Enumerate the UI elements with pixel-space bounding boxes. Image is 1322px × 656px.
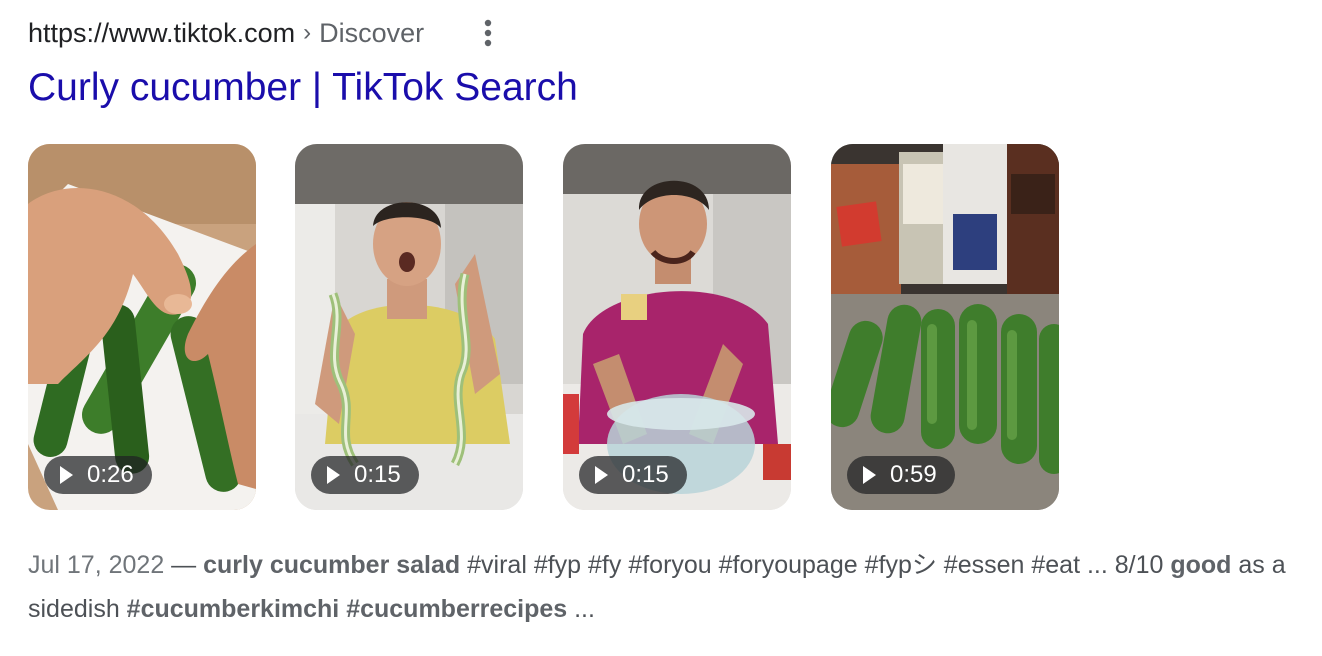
snippet-text: #viral #fyp #fy #foryou #foryoupage #fyp… — [460, 551, 1171, 579]
snippet-bold-phrase: #cucumberkimchi #cucumberrecipes — [126, 595, 568, 623]
video-duration: 0:59 — [890, 461, 937, 488]
snippet-text: ... — [567, 595, 595, 623]
video-duration: 0:15 — [622, 461, 669, 488]
result-title-link[interactable]: Curly cucumber | TikTok Search — [28, 64, 578, 112]
snippet-bold-phrase: good — [1170, 551, 1232, 579]
breadcrumb-separator: › — [303, 19, 312, 46]
snippet-bold-phrase: curly cucumber salad — [203, 551, 461, 579]
video-thumbnail-3[interactable]: 0:15 — [563, 144, 791, 510]
snippet-date: Jul 17, 2022 — [28, 551, 165, 579]
duration-badge: 0:59 — [847, 456, 955, 494]
url-path[interactable]: Discover — [319, 14, 424, 52]
vertical-dots-icon — [484, 19, 492, 47]
play-icon — [863, 466, 876, 484]
play-icon — [60, 466, 73, 484]
video-thumbnail-4[interactable]: 0:59 — [831, 144, 1059, 510]
duration-badge: 0:15 — [311, 456, 419, 494]
video-thumbnail-1[interactable]: 0:26 — [28, 144, 256, 510]
duration-badge: 0:15 — [579, 456, 687, 494]
play-icon — [595, 466, 608, 484]
video-duration: 0:26 — [87, 461, 134, 488]
video-thumbnail-2[interactable]: 0:15 — [295, 144, 523, 510]
more-options-button[interactable] — [472, 16, 504, 50]
duration-badge: 0:26 — [44, 456, 152, 494]
result-url[interactable]: https://www.tiktok.com › Discover — [28, 14, 424, 52]
url-domain[interactable]: https://www.tiktok.com — [28, 14, 295, 52]
play-icon — [327, 466, 340, 484]
result-snippet: Jul 17, 2022 — curly cucumber salad #vir… — [28, 543, 1313, 631]
snippet-dash: — — [164, 551, 204, 579]
video-duration: 0:15 — [354, 461, 401, 488]
